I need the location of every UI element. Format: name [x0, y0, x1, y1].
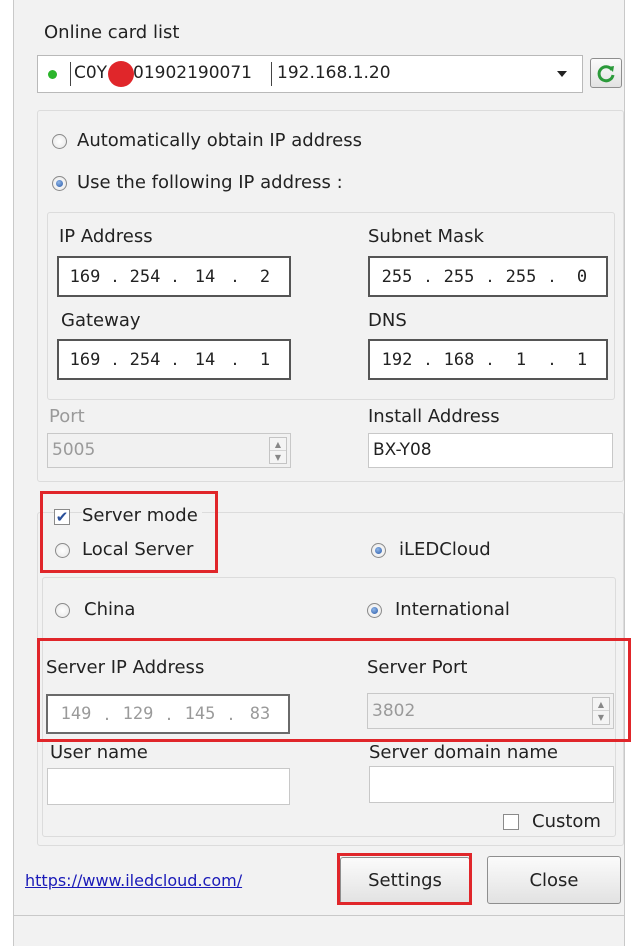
iledcloud-label: iLEDCloud: [399, 539, 491, 560]
dns-field[interactable]: 192 . 168 . 1 . 1: [368, 339, 608, 380]
gateway-field[interactable]: 169 . 254 . 14 . 1: [57, 339, 291, 380]
install-address-label: Install Address: [368, 406, 500, 427]
refresh-button[interactable]: [590, 58, 622, 88]
iledcloud-link[interactable]: https://www.iledcloud.com/: [25, 870, 242, 892]
port-label: Port: [49, 406, 85, 427]
online-card-list-label: Online card list: [44, 22, 180, 43]
international-label: International: [395, 599, 510, 620]
ip-octet: 14: [194, 266, 216, 287]
status-bar-divider: [13, 915, 625, 916]
port-spinner: ▲ ▼: [269, 437, 287, 464]
user-name-label: User name: [50, 742, 148, 763]
ip-dot: .: [549, 349, 555, 370]
online-card-dropdown[interactable]: C0Y 01902190071 192.168.1.20: [37, 55, 583, 93]
china-radio[interactable]: [55, 603, 70, 618]
card-id-prefix: C0Y: [74, 63, 108, 83]
ip-octet: 168: [443, 349, 475, 370]
ip-octet: 1: [576, 349, 588, 370]
manual-ip-radio[interactable]: [52, 176, 67, 191]
user-name-field[interactable]: [47, 768, 290, 805]
dropdown-arrow-icon[interactable]: [557, 71, 567, 77]
install-address-value: BX-Y08: [373, 440, 432, 460]
ip-octet: 1: [259, 349, 271, 370]
ip-octet: 169: [69, 266, 101, 287]
server-domain-field[interactable]: [369, 766, 614, 803]
ip-octet: 1: [515, 349, 527, 370]
highlight-server-mode: [40, 491, 218, 573]
auto-ip-radio[interactable]: [52, 134, 67, 149]
manual-ip-label: Use the following IP address :: [77, 172, 343, 193]
close-button[interactable]: Close: [487, 856, 621, 904]
subnet-mask-field[interactable]: 255 . 255 . 255 . 0: [368, 256, 608, 297]
ip-dot: .: [232, 266, 238, 287]
ip-dot: .: [112, 349, 118, 370]
custom-label: Custom: [532, 811, 601, 832]
ip-dot: .: [232, 349, 238, 370]
subnet-mask-label: Subnet Mask: [368, 226, 484, 247]
separator: [70, 62, 71, 86]
ip-dot: .: [172, 349, 178, 370]
status-dot-icon: [48, 70, 57, 79]
ip-octet: 254: [129, 349, 161, 370]
ip-address-field[interactable]: 169 . 254 . 14 . 2: [57, 256, 291, 297]
port-field: 5005 ▲ ▼: [47, 433, 291, 468]
ip-dot: .: [172, 266, 178, 287]
ip-octet: 2: [259, 266, 271, 287]
ip-dot: .: [425, 349, 431, 370]
ip-octet: 255: [505, 266, 537, 287]
ip-dot: .: [487, 349, 493, 370]
ip-dot: .: [487, 266, 493, 287]
ip-octet: 255: [381, 266, 413, 287]
china-label: China: [84, 599, 136, 620]
card-ip: 192.168.1.20: [277, 63, 391, 83]
ip-octet: 0: [576, 266, 588, 287]
iledcloud-radio[interactable]: [371, 543, 386, 558]
custom-checkbox[interactable]: [503, 814, 519, 830]
dns-label: DNS: [368, 310, 407, 331]
highlight-settings-button: [337, 853, 472, 905]
card-id-suffix: 01902190071: [133, 63, 252, 83]
ip-dot: .: [112, 266, 118, 287]
redaction-mark: [108, 61, 134, 87]
ip-dot: .: [425, 266, 431, 287]
ip-octet: 192: [381, 349, 413, 370]
ip-octet: 255: [443, 266, 475, 287]
ip-octet: 254: [129, 266, 161, 287]
separator: [271, 62, 272, 86]
install-address-field[interactable]: BX-Y08: [368, 433, 613, 468]
server-domain-label: Server domain name: [369, 742, 558, 763]
ip-octet: 169: [69, 349, 101, 370]
port-value: 5005: [52, 440, 96, 460]
ip-octet: 14: [194, 349, 216, 370]
international-radio[interactable]: [367, 603, 382, 618]
ip-dot: .: [549, 266, 555, 287]
highlight-server-address: [37, 638, 631, 742]
auto-ip-label: Automatically obtain IP address: [77, 130, 362, 151]
refresh-icon: [597, 65, 615, 83]
ip-address-label: IP Address: [59, 226, 153, 247]
gateway-label: Gateway: [61, 310, 141, 331]
